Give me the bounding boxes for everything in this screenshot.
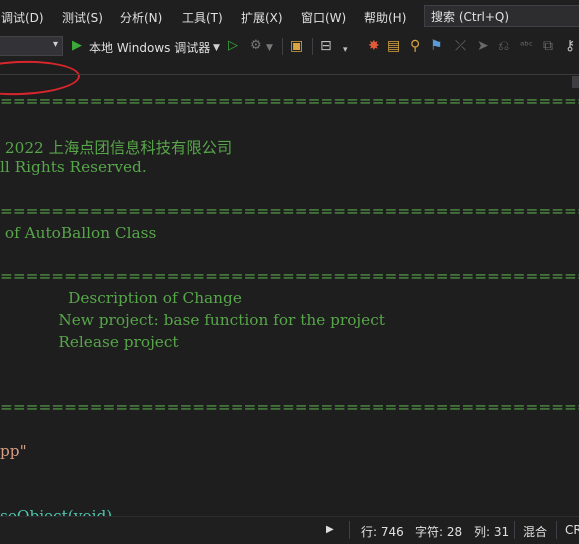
toolbar-divider xyxy=(312,38,313,55)
bug-icon[interactable]: ✸ xyxy=(368,38,380,54)
folder-icon[interactable]: ▤ xyxy=(387,38,400,54)
status-divider xyxy=(349,521,350,539)
solution-explorer-icon[interactable]: ▣ xyxy=(290,38,303,54)
menu-analyze[interactable]: 分析(N) xyxy=(120,9,162,26)
debug-target-button[interactable]: 本地 Windows 调试器 xyxy=(89,39,210,56)
key-icon[interactable]: ⚷ xyxy=(565,38,575,54)
menu-bar: 调试(D) 测试(S) 分析(N) 工具(T) 扩展(X) 窗口(W) 帮助(H… xyxy=(0,0,579,33)
code-line: of AutoBallon Class xyxy=(0,224,157,242)
code-line: ll Rights Reserved. xyxy=(0,158,147,176)
code-line: seObject(void) xyxy=(0,507,113,516)
code-line: New project: base function for the proje… xyxy=(0,311,385,329)
find-icon[interactable]: ⚲ xyxy=(410,38,420,54)
configuration-dropdown[interactable]: ▾ xyxy=(0,36,63,56)
step-icon[interactable]: ➤ xyxy=(477,38,489,54)
status-divider xyxy=(514,521,515,539)
status-line-ending[interactable]: CR xyxy=(565,523,579,537)
menu-window[interactable]: 窗口(W) xyxy=(301,9,346,26)
menu-help[interactable]: 帮助(H) xyxy=(364,9,406,26)
menu-tools[interactable]: 工具(T) xyxy=(182,9,223,26)
code-line: Release project xyxy=(0,333,179,351)
toolbar-divider xyxy=(282,38,283,55)
chevron-down-icon[interactable]: ▼ xyxy=(266,40,273,56)
status-line[interactable]: 行: 746 xyxy=(361,523,404,540)
hot-reload-icon[interactable]: ⚙ xyxy=(250,38,262,54)
code-line: ========================================… xyxy=(0,92,579,110)
menu-debug[interactable]: 调试(D) xyxy=(1,9,44,26)
code-line: pp" xyxy=(0,442,27,460)
code-editor[interactable]: ========================================… xyxy=(0,84,579,516)
code-line: ========================================… xyxy=(0,202,579,220)
window-icon[interactable]: ⊟ xyxy=(320,38,332,54)
menu-test[interactable]: 测试(S) xyxy=(62,9,103,26)
status-divider xyxy=(556,521,557,539)
navigate-icon[interactable]: ⤫ xyxy=(455,38,466,54)
copy-icon[interactable]: ⧉ xyxy=(543,38,553,54)
chevron-right-icon[interactable]: ▶ xyxy=(326,524,334,535)
code-line: ========================================… xyxy=(0,398,579,416)
status-encoding-mode[interactable]: 混合 xyxy=(523,523,547,540)
code-line: ========================================… xyxy=(0,267,579,285)
comment-icon[interactable]: ⎌ xyxy=(498,38,509,54)
chevron-down-icon[interactable]: ▾ xyxy=(343,42,348,58)
status-bar: ▶ 行: 746 字符: 28 列: 31 混合 CR xyxy=(0,516,579,544)
code-line: 2022 上海点团信息科技有限公司 xyxy=(0,139,233,157)
bookmark-icon[interactable]: ⚑ xyxy=(430,38,443,54)
toolbar: ▾ ▶ 本地 Windows 调试器 ▼ ▷ ⚙ ▼ ▣ ⊟ ▾ ✸ ▤ ⚲ ⚑… xyxy=(0,33,579,98)
abc-icon[interactable]: ᵃᵇᶜ xyxy=(520,38,533,54)
menu-extensions[interactable]: 扩展(X) xyxy=(241,9,283,26)
editor-divider xyxy=(0,74,579,75)
chevron-down-icon: ▾ xyxy=(52,39,58,50)
status-col[interactable]: 列: 31 xyxy=(474,523,509,540)
chevron-down-icon[interactable]: ▼ xyxy=(213,40,220,56)
play-icon[interactable]: ▶ xyxy=(72,38,82,54)
code-line: Description of Change xyxy=(0,289,242,307)
start-without-debugging-icon[interactable]: ▷ xyxy=(228,38,238,54)
search-input[interactable]: 搜索 (Ctrl+Q) xyxy=(424,5,579,27)
status-char[interactable]: 字符: 28 xyxy=(415,523,462,540)
